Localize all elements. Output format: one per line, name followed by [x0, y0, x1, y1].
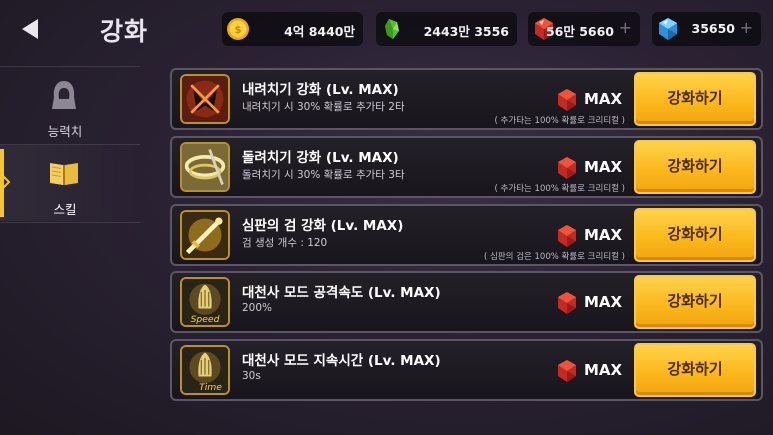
skill-note: ( 추가타는 100% 확률로 크리티컬 ) [494, 184, 625, 194]
sidebar-item-label: 스킬 [53, 202, 77, 217]
skill-description: 검 생성 개수 : 120 [242, 237, 328, 249]
skill-title: 내려치기 강화 (Lv. MAX) [242, 82, 399, 98]
max-status: MAX [584, 361, 623, 379]
skill-row: 내려치기 강화 (Lv. MAX) 내려치기 시 30% 확률로 추가타 2타 … [170, 68, 763, 130]
red-gem-icon [558, 157, 576, 179]
skill-row: Time 대천사 모드 지속시간 (Lv. MAX) 30s MAX 강화하기 [170, 339, 763, 401]
skill-note: ( 심판의 검은 100% 확률로 크리티컬 ) [484, 252, 625, 262]
archangel-time-icon: Time [180, 345, 230, 395]
judgment-sword-icon [180, 210, 230, 260]
svg-text:$: $ [235, 25, 242, 36]
skill-title: 대천사 모드 지속시간 (Lv. MAX) [242, 353, 441, 369]
page-title: 강화 [100, 17, 149, 46]
currency-crystal: 2443만 3556 [376, 12, 517, 46]
currency-value: 2443만 3556 [423, 24, 509, 39]
skill-row: 돌려치기 강화 (Lv. MAX) 돌려치기 시 30% 확률로 추가타 3타 … [170, 136, 763, 198]
upgrade-button[interactable]: 강화하기 [634, 72, 756, 126]
max-status: MAX [584, 226, 623, 244]
max-status: MAX [584, 90, 623, 108]
hooded-figure-icon [52, 81, 76, 109]
skill-description: 돌려치기 시 30% 확률로 추가타 3타 [242, 169, 405, 181]
sidebar-item-skills[interactable]: 스킬 [0, 145, 140, 221]
upgrade-button[interactable]: 강화하기 [634, 208, 756, 262]
red-gem-icon [558, 89, 576, 111]
add-button[interactable]: + [740, 18, 753, 37]
add-button[interactable]: + [619, 18, 632, 37]
red-gem-icon [558, 225, 576, 247]
max-status: MAX [584, 158, 623, 176]
currency-gold: $ 4억 8440만 [222, 12, 363, 46]
divider [0, 222, 140, 223]
skill-description: 내려치기 시 30% 확률로 추가타 2타 [242, 101, 405, 113]
currency-value: 35650 [691, 21, 736, 36]
gold-coin-icon: $ [227, 18, 249, 40]
skill-description: 200% [242, 302, 273, 314]
currency-red-gem: 56만 5660 + [528, 12, 640, 46]
icon-caption: Speed [191, 314, 220, 325]
skill-row: 심판의 검 강화 (Lv. MAX) 검 생성 개수 : 120 ( 심판의 검… [170, 204, 763, 266]
top-bar: 강화 $ 4억 8440만 2443만 3556 56만 5660 + 3565… [0, 0, 773, 58]
smash-strike-icon [180, 74, 230, 124]
upgrade-button[interactable]: 강화하기 [634, 140, 756, 194]
icon-caption: Time [199, 382, 222, 393]
skill-title: 심판의 검 강화 (Lv. MAX) [242, 218, 404, 234]
archangel-speed-icon: Speed [180, 277, 230, 327]
chevron-right-icon [2, 175, 11, 189]
spin-slash-icon [180, 142, 230, 192]
red-gem-icon [558, 360, 576, 382]
sidebar-item-label: 능력치 [47, 124, 83, 139]
currency-value: 4억 8440만 [284, 24, 355, 39]
skill-title: 돌려치기 강화 (Lv. MAX) [242, 150, 399, 166]
red-gem-icon [558, 292, 576, 314]
currency-diamond: 35650 + [652, 12, 761, 46]
currency-value: 56만 5660 [545, 24, 614, 39]
upgrade-button[interactable]: 강화하기 [634, 343, 756, 397]
upgrade-button[interactable]: 강화하기 [634, 275, 756, 329]
back-arrow-icon[interactable] [18, 16, 44, 42]
skill-title: 대천사 모드 공격속도 (Lv. MAX) [242, 285, 441, 301]
skill-row: Speed 대천사 모드 공격속도 (Lv. MAX) 200% MAX 강화하… [170, 271, 763, 333]
max-status: MAX [584, 293, 623, 311]
skill-note: ( 추가타는 100% 확률로 크리티컬 ) [494, 116, 625, 126]
skill-description: 30s [242, 370, 261, 382]
open-book-icon [50, 163, 78, 185]
sidebar-item-stats[interactable]: 능력치 [0, 67, 140, 143]
green-crystal-icon [385, 19, 399, 39]
blue-diamond-icon [659, 18, 677, 40]
